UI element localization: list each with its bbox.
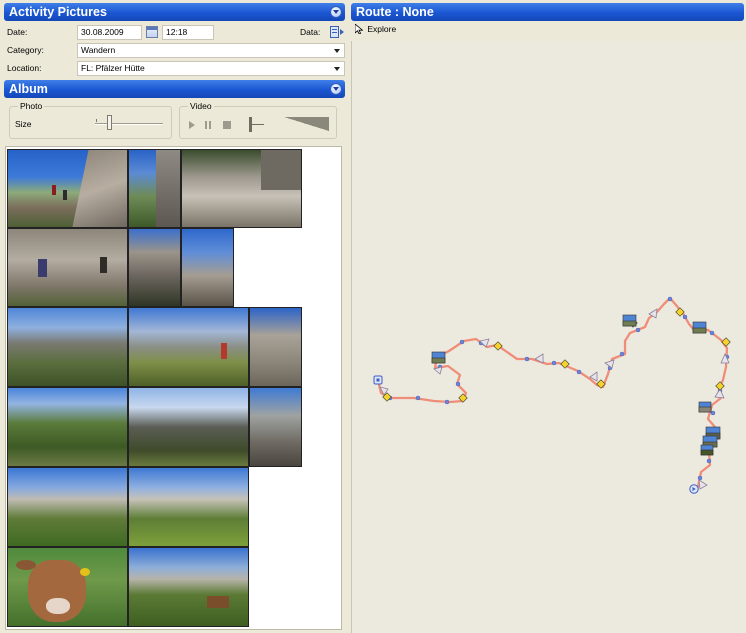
- time-field[interactable]: 12:18: [162, 25, 214, 40]
- album-title: Album: [9, 82, 48, 96]
- category-label: Category:: [7, 45, 44, 55]
- location-dropdown[interactable]: FL: Pfälzer Hütte: [77, 61, 345, 76]
- photo-thumbnail[interactable]: [7, 547, 128, 627]
- location-value: FL: Pfälzer Hütte: [81, 63, 145, 73]
- volume-icon[interactable]: [284, 117, 329, 131]
- route-track-points: [387, 296, 730, 481]
- stop-icon[interactable]: [223, 121, 231, 129]
- video-position-track[interactable]: [252, 124, 264, 125]
- pause-icon[interactable]: [205, 121, 211, 129]
- photo-thumbnail[interactable]: [181, 228, 234, 307]
- photo-thumbnail[interactable]: [249, 307, 302, 387]
- route-start-icon[interactable]: [373, 375, 383, 385]
- explore-button[interactable]: Explore: [354, 23, 397, 35]
- route-end-icon[interactable]: [689, 484, 699, 494]
- photo-thumbnail[interactable]: [7, 387, 128, 467]
- photo-thumbnail[interactable]: [7, 228, 128, 307]
- slider-tick: [96, 119, 97, 122]
- route-map-canvas[interactable]: [352, 41, 746, 633]
- location-label: Location:: [7, 63, 42, 73]
- size-label: Size: [15, 119, 32, 129]
- photo-group-title: Photo: [18, 101, 45, 111]
- explore-label: Explore: [367, 24, 397, 34]
- video-group-title: Video: [188, 101, 214, 111]
- route-direction-arrows: [379, 308, 730, 490]
- photo-thumbnail[interactable]: [7, 307, 128, 387]
- data-label: Data:: [300, 27, 321, 37]
- category-dropdown[interactable]: Wandern: [77, 43, 345, 58]
- video-group: Video: [179, 101, 337, 139]
- chevron-down-icon[interactable]: [331, 44, 344, 57]
- photo-thumbnail[interactable]: [128, 228, 181, 307]
- chevron-down-icon[interactable]: [331, 62, 344, 75]
- date-label: Date:: [7, 27, 28, 37]
- photo-thumbnail[interactable]: [181, 149, 302, 228]
- collapse-icon[interactable]: [330, 6, 342, 18]
- date-field[interactable]: 30.08.2009: [77, 25, 142, 40]
- collapse-icon[interactable]: [330, 83, 342, 95]
- route-path: [376, 296, 729, 491]
- data-menu-icon[interactable]: [330, 26, 344, 38]
- activity-pictures-header[interactable]: Activity Pictures: [4, 3, 345, 21]
- size-slider-track[interactable]: [95, 123, 163, 125]
- route-map[interactable]: [351, 41, 746, 633]
- route-header[interactable]: Route : None: [351, 3, 744, 21]
- photo-thumbnail[interactable]: [128, 149, 181, 228]
- cursor-arrow-icon: [354, 23, 364, 35]
- photo-thumbnail[interactable]: [249, 387, 302, 467]
- photo-thumbnail[interactable]: [128, 387, 249, 467]
- photo-thumbnail[interactable]: [128, 547, 249, 627]
- photo-thumbnail[interactable]: [128, 307, 249, 387]
- route-title: Route : None: [356, 5, 434, 19]
- album-header[interactable]: Album: [4, 80, 345, 98]
- photo-thumbnail[interactable]: [128, 467, 249, 547]
- play-icon[interactable]: [189, 121, 195, 129]
- photo-group: Photo Size: [9, 101, 172, 139]
- photo-album: [5, 146, 342, 630]
- calendar-icon[interactable]: [146, 26, 158, 38]
- photo-thumbnail[interactable]: [7, 149, 128, 228]
- category-value: Wandern: [81, 45, 116, 55]
- photo-thumbnail[interactable]: [7, 467, 128, 547]
- size-slider-thumb[interactable]: [107, 115, 112, 130]
- route-photo-markers[interactable]: [431, 314, 721, 456]
- activity-pictures-title: Activity Pictures: [9, 5, 107, 19]
